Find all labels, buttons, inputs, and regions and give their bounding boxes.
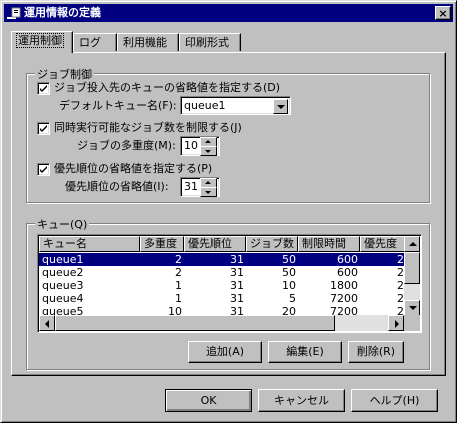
column-header-time-limit[interactable]: 制限時間	[298, 236, 360, 252]
tab-label: ログ	[79, 36, 101, 49]
scroll-corner	[404, 315, 420, 331]
arrow-up-icon	[205, 140, 211, 143]
arrow-down-icon	[409, 306, 417, 310]
table-cell: 2	[397, 279, 404, 292]
spin-down-button[interactable]	[200, 187, 217, 197]
scroll-down-button[interactable]	[404, 300, 420, 316]
arrow-up-icon	[409, 242, 417, 246]
horizontal-scrollbar[interactable]	[39, 315, 404, 331]
tab-label: 運用制御	[16, 33, 64, 48]
table-cell: 2	[175, 253, 182, 266]
arrow-left-icon	[45, 320, 49, 328]
column-header-queue-name[interactable]: キュー名	[39, 236, 140, 252]
default-queue-value: queue1	[184, 99, 226, 112]
table-cell: 1	[175, 279, 182, 292]
tab-label: 利用機能	[123, 36, 167, 49]
table-cell: 50	[282, 253, 296, 266]
priority-checkbox[interactable]	[37, 163, 50, 176]
tab-log[interactable]: ログ	[73, 33, 117, 51]
default-queue-select[interactable]: queue1	[180, 96, 291, 115]
scroll-thumb[interactable]	[404, 252, 420, 284]
delete-button[interactable]: 削除(R)	[348, 341, 404, 363]
default-queue-name-label: デフォルトキュー名(F):	[59, 99, 177, 112]
tab-label: 印刷形式	[185, 36, 229, 49]
group-label: ジョブ制御	[35, 66, 94, 82]
table-row[interactable]: queue4 1 31 5 7200 2	[39, 292, 405, 305]
table-row[interactable]: queue2 2 31 50 600 2	[39, 266, 405, 279]
column-header-priority-order[interactable]: 優先順位	[184, 236, 246, 252]
column-header-priority[interactable]: 優先度	[360, 236, 406, 252]
cancel-button[interactable]: キャンセル	[258, 389, 345, 412]
multiplicity-value: 10	[184, 139, 198, 152]
table-cell: queue1	[42, 253, 84, 266]
table-row[interactable]: queue1 2 31 50 600 2	[39, 253, 405, 266]
arrow-up-icon	[205, 181, 211, 184]
help-button[interactable]: ヘルプ(H)	[351, 389, 438, 412]
table-cell: 50	[282, 266, 296, 279]
chevron-down-icon	[277, 105, 285, 109]
table-cell: 600	[337, 253, 358, 266]
table-cell: 2	[397, 292, 404, 305]
arrow-down-icon	[205, 191, 211, 194]
window-title: 運用情報の定義	[24, 6, 101, 19]
tab-print-format[interactable]: 印刷形式	[179, 33, 241, 51]
limit-jobs-check-label[interactable]: 同時実行可能なジョブ数を制限する(J)	[54, 121, 242, 135]
multiplicity-spinner[interactable]: 10	[180, 136, 220, 156]
scroll-left-button[interactable]	[39, 315, 55, 331]
ok-button[interactable]: OK	[165, 389, 252, 412]
table-cell: 10	[282, 279, 296, 292]
table-cell: queue3	[42, 279, 84, 292]
arrow-right-icon	[395, 320, 399, 328]
vertical-scrollbar[interactable]	[404, 236, 420, 316]
edit-button[interactable]: 編集(E)	[268, 341, 342, 363]
dialog-window: 運用情報の定義 × 運用制御 ログ 利用機能 印刷形式 ジョブ制御 ジョブ投入先…	[0, 0, 457, 423]
table-cell: 31	[230, 253, 244, 266]
table-cell: 1800	[330, 279, 358, 292]
scroll-thumb[interactable]	[55, 315, 335, 331]
scroll-up-button[interactable]	[404, 236, 420, 252]
column-header-job-count[interactable]: ジョブ数	[246, 236, 298, 252]
table-cell: 31	[230, 292, 244, 305]
table-cell: 600	[337, 266, 358, 279]
scroll-right-button[interactable]	[388, 315, 404, 331]
column-header-multiplicity[interactable]: 多重度	[140, 236, 184, 252]
table-cell: queue4	[42, 292, 84, 305]
add-button[interactable]: 追加(A)	[188, 341, 262, 363]
app-icon	[7, 6, 21, 20]
table-cell: queue2	[42, 266, 84, 279]
tab-operation-control[interactable]: 運用制御	[11, 31, 73, 53]
table-cell: 2	[397, 253, 404, 266]
priority-label: 優先順位の省略値(I):	[65, 180, 169, 193]
table-cell: 31	[230, 279, 244, 292]
tab-features[interactable]: 利用機能	[117, 33, 179, 51]
table-cell: 1	[175, 292, 182, 305]
table-cell: 31	[230, 266, 244, 279]
queue-list[interactable]: キュー名 多重度 優先順位 ジョブ数 制限時間 優先度 queue1 2 31 50 6…	[37, 234, 422, 333]
table-cell: 2	[175, 266, 182, 279]
dropdown-button[interactable]	[273, 99, 288, 114]
limit-jobs-checkbox[interactable]	[37, 122, 50, 135]
default-queue-checkbox[interactable]	[37, 82, 50, 95]
multiplicity-label: ジョブの多重度(M):	[77, 139, 176, 152]
spin-down-button[interactable]	[200, 146, 217, 156]
table-cell: 5	[289, 292, 296, 305]
priority-check-label[interactable]: 優先順位の省略値を指定する(P)	[54, 162, 212, 176]
priority-value: 31	[184, 180, 198, 193]
group-label: キュー(Q)	[35, 216, 90, 232]
table-row[interactable]: queue3 1 31 10 1800 2	[39, 279, 405, 292]
priority-spinner[interactable]: 31	[180, 177, 220, 197]
title-bar[interactable]: 運用情報の定義 ×	[4, 4, 453, 22]
arrow-down-icon	[205, 150, 211, 153]
default-queue-check-label[interactable]: ジョブ投入先のキューの省略値を指定する(D)	[54, 81, 280, 95]
table-cell: 2	[397, 266, 404, 279]
close-button[interactable]: ×	[435, 6, 451, 20]
table-cell: 7200	[330, 292, 358, 305]
close-icon: ×	[438, 7, 448, 20]
